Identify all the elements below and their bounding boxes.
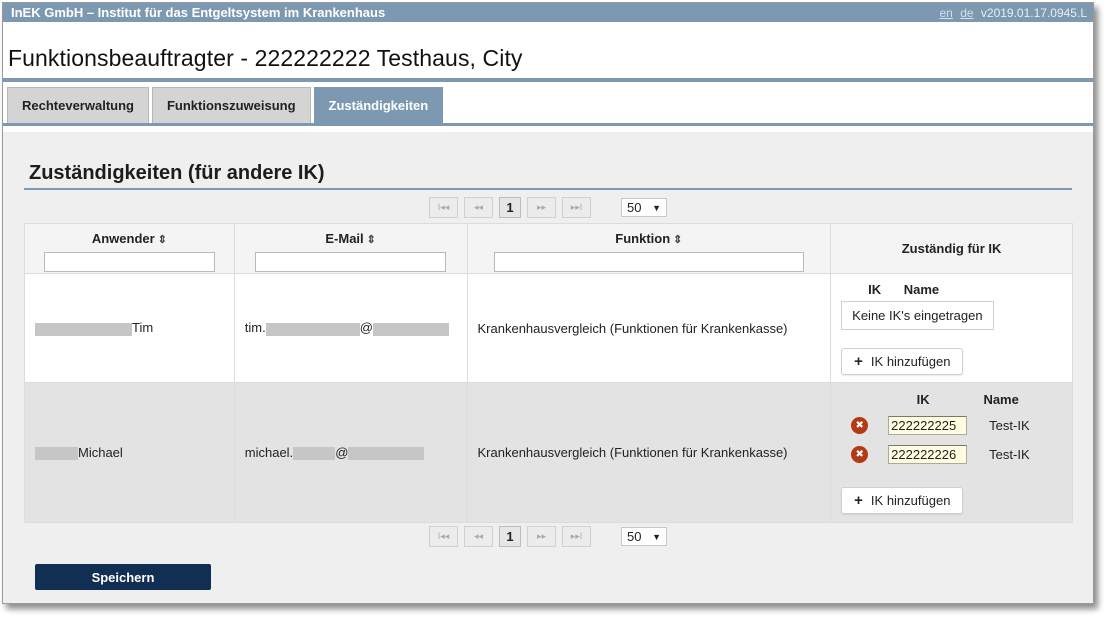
redacted-block <box>348 447 425 461</box>
pager-last-button[interactable]: ▸▸I <box>562 526 591 547</box>
user-filter-input[interactable] <box>43 252 215 272</box>
ik-entry: ✖ Test-IK <box>841 411 1062 440</box>
responsible-cell: IK Name ✖ Test-IK <box>830 382 1073 523</box>
org-name: InEK GmbH – Institut für das Entgeltsyst… <box>11 5 386 20</box>
email-cell: michael. @ <box>233 382 468 523</box>
empty-ik-message: Keine IK's eingetragen <box>841 300 994 330</box>
pager-page-1[interactable]: 1 <box>499 526 521 547</box>
pager-bottom: I◂◂ ◂◂ 1 ▸▸ ▸▸I 50 ▼ <box>429 526 667 547</box>
sort-icon[interactable]: ⇕ <box>673 234 682 246</box>
lang-en-link[interactable]: en <box>939 6 952 20</box>
column-email-label: E-Mail <box>325 231 364 246</box>
ik-name: Test-IK <box>989 417 1030 433</box>
pager-first-button[interactable]: I◂◂ <box>429 526 458 547</box>
top-bar: InEK GmbH – Institut für das Entgeltsyst… <box>3 3 1093 22</box>
ik-col-header: IK <box>868 281 882 297</box>
user-cell: Tim <box>24 273 235 383</box>
ik-subtable-header: IK Name <box>841 392 1062 407</box>
redacted-block <box>372 322 449 336</box>
sort-icon[interactable]: ⇕ <box>367 234 376 246</box>
pager-next-button[interactable]: ▸▸ <box>527 197 556 218</box>
email-cell: tim. @ <box>233 273 468 383</box>
ik-input[interactable] <box>888 444 968 464</box>
column-header-user[interactable]: Anwender ⇕ <box>24 223 235 274</box>
name-col-header: Name <box>903 281 940 297</box>
column-header-email[interactable]: E-Mail ⇕ <box>233 223 468 274</box>
app-window: InEK GmbH – Institut für das Entgeltsyst… <box>2 2 1094 604</box>
column-function-label: Funktion <box>615 231 671 246</box>
tab-funktionszuweisung[interactable]: Funktionszuweisung <box>151 87 311 123</box>
pager-next-button[interactable]: ▸▸ <box>527 526 556 547</box>
user-name: Michael <box>78 444 123 460</box>
tab-zustaendigkeiten[interactable]: Zuständigkeiten <box>313 87 444 123</box>
ik-subtable: IK Name Keine IK's eingetragen <box>841 282 1062 330</box>
redacted-block <box>35 447 78 461</box>
column-header-function[interactable]: Funktion ⇕ <box>466 223 832 274</box>
top-bar-right: en de v2019.01.17.0945.L <box>939 6 1087 20</box>
email-prefix: michael. <box>244 444 294 460</box>
page-size-select[interactable]: 50 ▼ <box>621 527 667 546</box>
chevron-down-icon: ▼ <box>652 531 661 542</box>
add-ik-button[interactable]: + IK hinzufügen <box>841 486 964 514</box>
function-filter-input[interactable] <box>493 252 804 272</box>
function-cell: Krankenhausvergleich (Funktionen für Kra… <box>466 382 832 523</box>
plus-icon: + <box>854 491 863 509</box>
responsible-cell: IK Name Keine IK's eingetragen + IK hinz… <box>830 273 1073 383</box>
email-filter-input[interactable] <box>255 252 447 272</box>
ik-subtable: IK Name ✖ Test-IK <box>841 392 1062 469</box>
page-size-value: 50 <box>627 200 642 215</box>
title-row: Funktionsbeauftragter - 222222222 Testha… <box>3 22 1093 82</box>
plus-icon: + <box>854 352 863 370</box>
tab-bar: Rechteverwaltung Funktionszuweisung Zust… <box>3 82 1093 126</box>
trash-icon[interactable]: ✖ <box>851 416 869 434</box>
user-name: Tim <box>132 320 154 336</box>
version-label: v2019.01.17.0945.L <box>980 5 1087 20</box>
pager-first-button[interactable]: I◂◂ <box>429 197 458 218</box>
user-cell: Michael <box>24 382 235 523</box>
ik-col-header: IK <box>916 391 930 407</box>
ik-entry: ✖ Test-IK <box>841 440 1062 469</box>
redacted-block <box>293 447 336 461</box>
pager-last-button[interactable]: ▸▸I <box>562 197 591 218</box>
name-col-header: Name <box>983 391 1019 407</box>
ik-input[interactable] <box>888 415 968 435</box>
save-button[interactable]: Speichern <box>35 564 211 590</box>
responsibility-table: Anwender ⇕ E-Mail ⇕ Funktion ⇕ Zuständig fü… <box>24 223 1073 523</box>
pager-prev-button[interactable]: ◂◂ <box>464 197 493 218</box>
column-user-label: Anwender <box>91 231 155 246</box>
add-ik-label: IK hinzufügen <box>870 353 951 369</box>
pager-top: I◂◂ ◂◂ 1 ▸▸ ▸▸I 50 ▼ <box>429 197 667 218</box>
email-at: @ <box>359 320 373 336</box>
table-row: Michael michael. @ Krankenhausvergleich (… <box>24 382 1073 523</box>
chevron-down-icon: ▼ <box>652 202 661 213</box>
redacted-block <box>35 322 132 336</box>
sort-icon[interactable]: ⇕ <box>158 234 167 246</box>
email-at: @ <box>335 444 349 460</box>
page-size-select[interactable]: 50 ▼ <box>621 198 667 217</box>
pager-page-1[interactable]: 1 <box>499 197 521 218</box>
ik-name: Test-IK <box>989 446 1030 462</box>
column-header-responsible: Zuständig für IK <box>830 223 1073 274</box>
pager-prev-button[interactable]: ◂◂ <box>464 526 493 547</box>
main-content: Zuständigkeiten (für andere IK) I◂◂ ◂◂ 1… <box>3 132 1093 603</box>
function-cell: Krankenhausvergleich (Funktionen für Kra… <box>466 273 832 383</box>
redacted-block <box>265 322 360 336</box>
section-title: Zuständigkeiten (für andere IK) <box>24 162 1072 190</box>
ik-subtable-header: IK Name <box>841 282 1062 297</box>
table-row: Tim tim. @ Krankenhausvergleich (Funktion… <box>24 273 1073 383</box>
add-ik-button[interactable]: + IK hinzufügen <box>841 347 964 375</box>
email-prefix: tim. <box>244 320 266 336</box>
trash-icon[interactable]: ✖ <box>851 445 869 463</box>
page-size-value: 50 <box>627 529 642 544</box>
tab-rechteverwaltung[interactable]: Rechteverwaltung <box>7 87 149 123</box>
lang-de-link[interactable]: de <box>960 6 973 20</box>
add-ik-label: IK hinzufügen <box>870 492 951 508</box>
page-title: Funktionsbeauftragter - 222222222 Testha… <box>8 45 523 71</box>
